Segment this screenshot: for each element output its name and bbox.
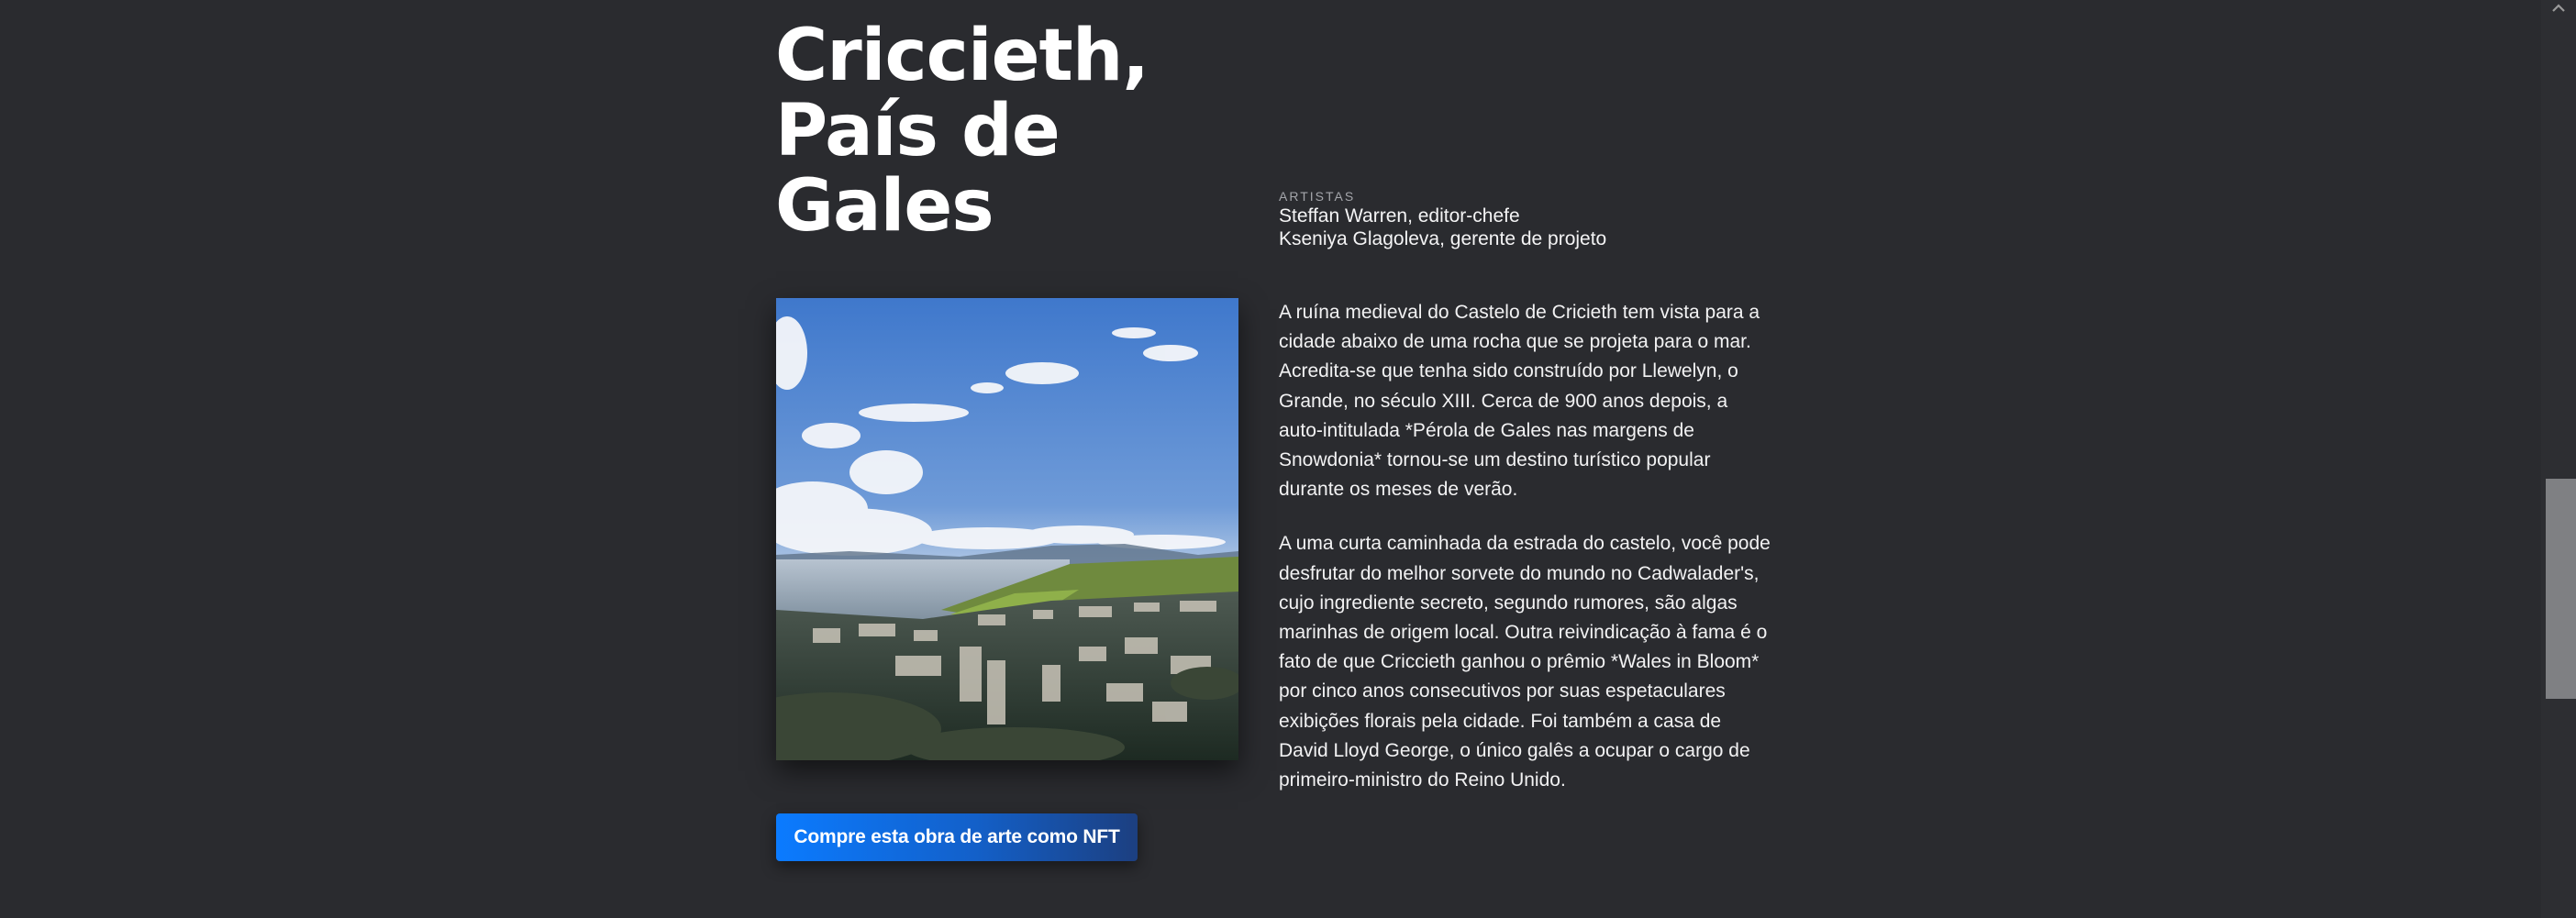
artist-credit: Kseniya Glagoleva, gerente de projeto: [1279, 228, 1607, 249]
title-line: Gales: [775, 165, 994, 248]
artists-credits: ARTISTAS Steffan Warren, editor-chefe Ks…: [1279, 188, 1756, 250]
artwork-description: A ruína medieval do Castelo de Cricieth …: [1279, 298, 1774, 820]
vertical-scrollbar[interactable]: [2541, 0, 2576, 918]
title-line: Criccieth,: [775, 15, 1149, 97]
description-paragraph: A ruína medieval do Castelo de Cricieth …: [1279, 302, 1760, 501]
buy-nft-button[interactable]: Compre esta obra de arte como NFT: [776, 813, 1138, 861]
artists-label: ARTISTAS: [1279, 189, 1356, 204]
artist-credit: Steffan Warren, editor-chefe: [1279, 205, 1520, 227]
description-paragraph: A uma curta caminhada da estrada do cast…: [1279, 533, 1771, 791]
title-line: País de: [775, 90, 1060, 172]
artwork-image: [776, 298, 1238, 760]
chevron-up-icon[interactable]: [2550, 0, 2567, 17]
artwork-photo: [776, 298, 1238, 760]
page-title: Criccieth, País de Gales: [775, 18, 1216, 244]
scrollbar-thumb[interactable]: [2546, 479, 2576, 699]
